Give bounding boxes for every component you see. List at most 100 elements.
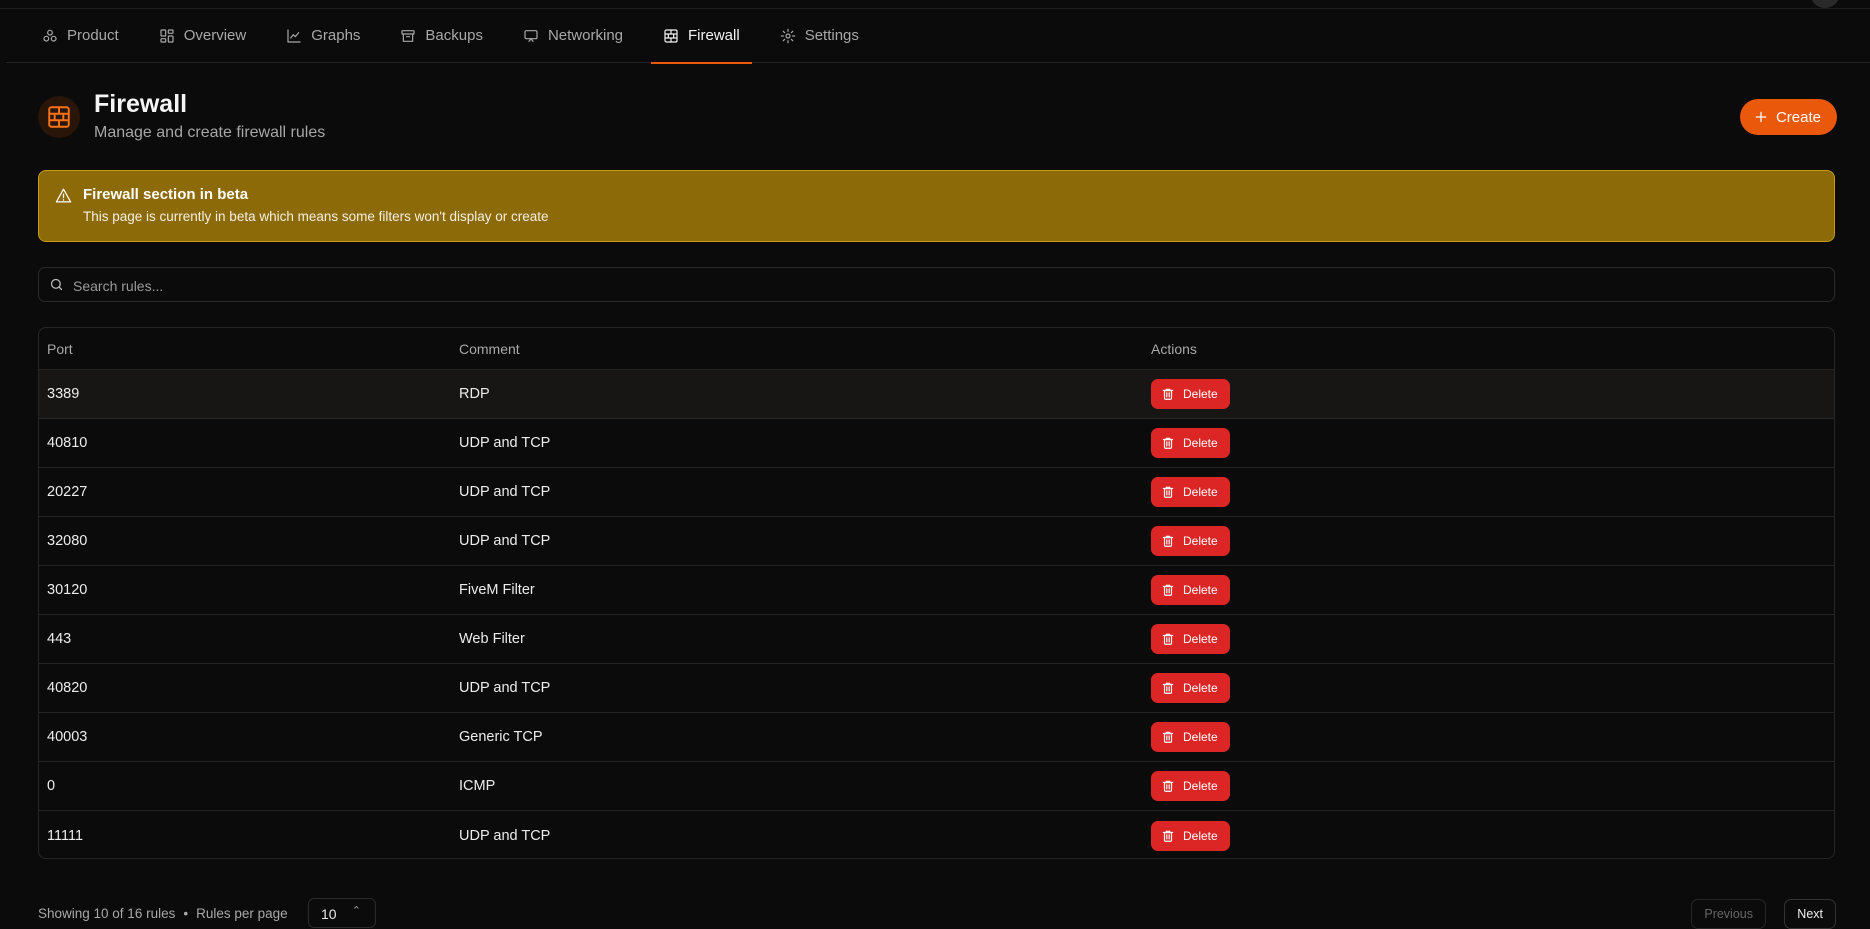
port-cell: 40810 [47,435,88,451]
table-row: 20227 UDP and TCP Delete [39,468,1834,517]
comment-cell: Generic TCP [459,729,543,745]
delete-label: Delete [1183,730,1218,744]
tab-product[interactable]: Product [30,9,131,63]
table-row: 40810 UDP and TCP Delete [39,419,1834,468]
comment-cell: ICMP [459,778,496,794]
delete-label: Delete [1183,632,1218,646]
port-cell: 0 [47,778,56,794]
trash-icon [1162,633,1174,645]
delete-button[interactable]: Delete [1151,624,1230,654]
delete-label: Delete [1183,828,1218,843]
trash-icon [1162,437,1174,449]
comment-cell: UDP and TCP [459,533,551,549]
trash-icon [1162,388,1174,400]
port-cell: 3389 [47,386,80,402]
table-row: 443 Web Filter Delete [39,615,1834,664]
delete-button[interactable]: Delete [1151,771,1230,801]
firewall-header-icon [38,96,80,138]
tab-label: Networking [547,27,623,44]
delete-button[interactable]: Delete [1151,575,1230,605]
column-header-comment: Comment [459,340,520,357]
delete-button[interactable]: Delete [1151,722,1230,752]
graph-icon [287,28,301,43]
actions-cell: Delete [1151,771,1834,801]
tab-backups[interactable]: Backups [388,9,495,63]
delete-button[interactable]: Delete [1151,673,1230,703]
port-cell: 40003 [47,729,88,745]
port-cell: 30120 [47,582,88,598]
firewall-icon [664,28,678,43]
comment-cell: Web Filter [459,631,525,647]
beta-alert: Firewall section in beta This page is cu… [38,170,1835,242]
rules-per-page-select[interactable]: 10 ⌃ [308,898,376,928]
trash-icon [1162,584,1174,596]
actions-cell: Delete [1151,428,1834,458]
actions-cell: Delete [1151,575,1834,605]
tab-firewall[interactable]: Firewall [651,9,752,64]
tab-graphs[interactable]: Graphs [274,9,372,63]
search-box [38,267,1835,303]
delete-label: Delete [1183,779,1218,793]
gear-icon [780,28,795,43]
table-header: Port Comment Actions [39,328,1834,370]
comment-cell: FiveM Filter [459,582,535,598]
tab-networking[interactable]: Networking [511,9,635,63]
next-button[interactable]: Next [1784,899,1836,929]
table-row: 3389 RDP Delete [39,370,1834,419]
tab-overview[interactable]: Overview [147,9,259,63]
pagination-summary: Showing 10 of 16 rules • Rules per page [38,906,288,921]
network-icon [524,29,538,42]
per-page-value: 10 [321,906,337,922]
actions-cell: Delete [1151,624,1834,654]
actions-cell: Delete [1151,477,1834,507]
tab-label: Firewall [688,27,740,44]
trash-icon [1162,486,1174,498]
alert-title: Firewall section in beta [83,186,249,203]
actions-cell: Delete [1151,820,1834,851]
per-page-label: Rules per page [196,906,288,921]
actions-cell: Delete [1151,673,1834,703]
trash-icon [1162,780,1174,792]
showing-count: Showing 10 of 16 rules [38,906,176,921]
delete-label: Delete [1183,436,1218,450]
trash-icon [1162,682,1174,694]
delete-label: Delete [1183,534,1218,548]
rules-table: Port Comment Actions 3389 RDP Delete 40810 U… [38,327,1835,859]
chevron-up-icon: ⌃ [351,905,361,917]
delete-button[interactable]: Delete [1151,428,1230,458]
delete-label: Delete [1183,485,1218,499]
page-subtitle: Manage and create firewall rules [94,124,326,141]
tab-label: Graphs [311,27,361,44]
actions-cell: Delete [1151,526,1834,556]
product-icon [43,29,57,42]
table-row: 40820 UDP and TCP Delete [39,664,1834,713]
port-cell: 32080 [47,533,88,549]
delete-button[interactable]: Delete [1151,379,1230,409]
delete-button[interactable]: Delete [1151,526,1230,556]
trash-icon [1162,830,1174,842]
tab-settings[interactable]: Settings [768,9,871,63]
create-button[interactable]: Create [1739,99,1837,135]
archive-icon [401,29,416,42]
comment-cell: UDP and TCP [459,680,551,696]
port-cell: 20227 [47,484,88,500]
delete-label: Delete [1183,387,1218,401]
table-body: 3389 RDP Delete 40810 UDP and TCP Delete 20227… [39,370,1834,858]
comment-cell: UDP and TCP [459,484,551,500]
table-row: 32080 UDP and TCP Delete [39,517,1834,566]
trash-icon [1162,731,1174,743]
previous-button[interactable]: Previous [1691,899,1766,929]
comment-cell: UDP and TCP [459,827,551,844]
delete-button[interactable]: Delete [1151,477,1230,507]
search-input[interactable] [71,268,1830,303]
tab-label: Settings [804,27,859,44]
delete-button[interactable]: Delete [1151,820,1230,851]
delete-label: Delete [1183,583,1218,597]
separator: • [183,906,189,921]
column-header-port: Port [47,340,73,357]
warning-icon [55,187,72,204]
port-cell: 40820 [47,680,88,696]
firewall-icon [48,106,70,128]
plus-icon [1755,111,1767,123]
trash-icon [1162,535,1174,547]
